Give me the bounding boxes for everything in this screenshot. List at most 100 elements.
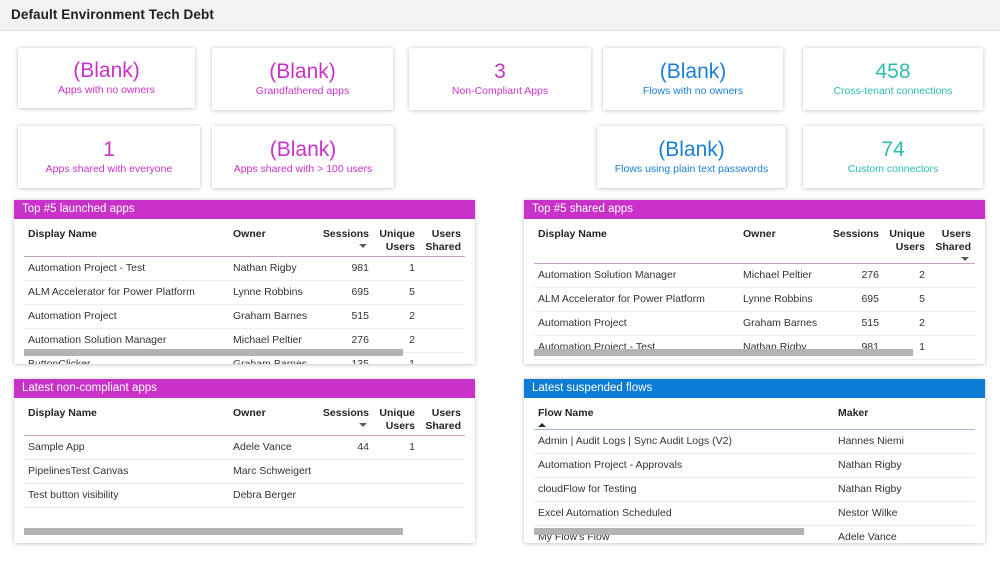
cell-users-shared bbox=[419, 484, 465, 508]
sort-ascending-icon bbox=[538, 423, 546, 427]
table-row[interactable]: Automation Solution Manager Michael Pelt… bbox=[534, 264, 975, 288]
horizontal-scrollbar[interactable] bbox=[24, 528, 403, 535]
cell-sessions: 695 bbox=[827, 288, 883, 312]
col-header-label: Sessions bbox=[323, 407, 369, 419]
col-header-maker[interactable]: Maker bbox=[834, 398, 975, 430]
kpi-card-custom-connectors[interactable]: 74 Custom connectors bbox=[803, 126, 983, 188]
cell-maker: Nathan Rigby bbox=[834, 478, 975, 502]
table-row[interactable]: Automation Project Graham Barnes 515 2 bbox=[534, 312, 975, 336]
col-header-sessions[interactable]: Sessions bbox=[317, 398, 373, 436]
cell-maker: Nestor Wilke bbox=[834, 502, 975, 526]
table-body-wrapper: Display Name Owner Sessions Unique Users bbox=[24, 219, 465, 364]
cell-display-name: ButtonClicker bbox=[534, 360, 739, 365]
cell-sessions: 981 bbox=[317, 257, 373, 281]
cell-owner: Michael Peltier bbox=[739, 264, 827, 288]
col-header-display-name[interactable]: Display Name bbox=[24, 398, 229, 436]
col-header-unique-users[interactable]: Unique Users bbox=[883, 219, 929, 264]
kpi-label: Apps with no owners bbox=[58, 84, 155, 97]
kpi-card-grandfathered-apps[interactable]: (Blank) Grandfathered apps bbox=[212, 48, 393, 110]
cell-flow-name: Automation Project - Approvals bbox=[534, 454, 834, 478]
data-table: Display Name Owner Sessions Unique Users bbox=[24, 398, 465, 508]
cell-unique-users: 5 bbox=[883, 288, 929, 312]
col-header-sessions[interactable]: Sessions bbox=[827, 219, 883, 264]
col-header-label: Owner bbox=[233, 228, 266, 240]
cell-maker: Nathan Rigby bbox=[834, 454, 975, 478]
horizontal-scrollbar[interactable] bbox=[534, 528, 804, 535]
kpi-card-apps-with-no-owners[interactable]: (Blank) Apps with no owners bbox=[18, 48, 195, 108]
kpi-label: Grandfathered apps bbox=[256, 85, 349, 98]
col-header-display-name[interactable]: Display Name bbox=[24, 219, 229, 257]
cell-sessions: 44 bbox=[317, 436, 373, 460]
kpi-label: Apps shared with everyone bbox=[46, 163, 173, 176]
kpi-value: (Blank) bbox=[270, 138, 337, 162]
table-row[interactable]: PipelinesTest Canvas Marc Schweigert bbox=[24, 460, 465, 484]
table-row[interactable]: Automation Project Graham Barnes 515 2 bbox=[24, 305, 465, 329]
table-row[interactable]: ALM Accelerator for Power Platform Lynne… bbox=[24, 281, 465, 305]
table-row[interactable]: Automation Project - Approvals Nathan Ri… bbox=[534, 454, 975, 478]
horizontal-scrollbar[interactable] bbox=[534, 349, 913, 356]
col-header-flow-name[interactable]: Flow Name bbox=[534, 398, 834, 430]
col-header-label: Users Shared bbox=[425, 407, 461, 432]
visual-title: Top #5 launched apps bbox=[14, 200, 475, 219]
kpi-card-cross-tenant-connections[interactable]: 458 Cross-tenant connections bbox=[803, 48, 983, 110]
kpi-card-flows-using-plain-text-passwords[interactable]: (Blank) Flows using plain text passwords bbox=[597, 126, 786, 188]
kpi-card-apps-shared-with-over-100-users[interactable]: (Blank) Apps shared with > 100 users bbox=[212, 126, 394, 188]
horizontal-scrollbar[interactable] bbox=[24, 349, 403, 356]
col-header-users-shared[interactable]: Users Shared bbox=[929, 219, 975, 264]
table-visual-latest-suspended-flows[interactable]: Latest suspended flows Flow Name Maker bbox=[524, 379, 985, 543]
kpi-value: (Blank) bbox=[73, 59, 140, 83]
cell-users-shared bbox=[419, 281, 465, 305]
col-header-sessions[interactable]: Sessions bbox=[317, 219, 373, 257]
cell-unique-users: 1 bbox=[373, 436, 419, 460]
table-visual-top-shared-apps[interactable]: Top #5 shared apps Display Name Owner bbox=[524, 200, 985, 364]
cell-owner: Graham Barnes bbox=[739, 360, 827, 365]
cell-users-shared bbox=[419, 353, 465, 365]
kpi-card-non-compliant-apps[interactable]: 3 Non-Compliant Apps bbox=[409, 48, 591, 110]
cell-sessions: 515 bbox=[317, 305, 373, 329]
cell-unique-users: 1 bbox=[883, 360, 929, 365]
col-header-label: Owner bbox=[743, 228, 776, 240]
table-row[interactable]: Admin | Audit Logs | Sync Audit Logs (V2… bbox=[534, 430, 975, 454]
col-header-users-shared[interactable]: Users Shared bbox=[419, 219, 465, 257]
table-row[interactable]: Excel Automation Scheduled Nestor Wilke bbox=[534, 502, 975, 526]
col-header-label: Display Name bbox=[28, 407, 97, 419]
cell-display-name: PipelinesTest Canvas bbox=[24, 460, 229, 484]
col-header-label: Flow Name bbox=[538, 407, 593, 419]
cell-unique-users bbox=[373, 484, 419, 508]
visual-title: Top #5 shared apps bbox=[524, 200, 985, 219]
table-row[interactable]: ButtonClicker Graham Barnes 135 1 bbox=[534, 360, 975, 365]
report-title-bar: Default Environment Tech Debt bbox=[0, 0, 1000, 31]
sort-descending-icon bbox=[961, 257, 969, 261]
col-header-unique-users[interactable]: Unique Users bbox=[373, 398, 419, 436]
cell-display-name: Automation Project bbox=[534, 312, 739, 336]
table-visual-top-launched-apps[interactable]: Top #5 launched apps Display Name Owner bbox=[14, 200, 475, 364]
table-header-row: Display Name Owner Sessions Unique Users bbox=[24, 219, 465, 257]
kpi-value: 74 bbox=[881, 138, 904, 162]
sort-descending-icon bbox=[359, 423, 367, 427]
table-header-row: Display Name Owner Sessions Unique Users bbox=[24, 398, 465, 436]
table-row[interactable]: Sample App Adele Vance 44 1 bbox=[24, 436, 465, 460]
cell-owner: Graham Barnes bbox=[739, 312, 827, 336]
col-header-unique-users[interactable]: Unique Users bbox=[373, 219, 419, 257]
cell-maker: Adele Vance bbox=[834, 526, 975, 544]
table-row[interactable]: Test button visibility Debra Berger bbox=[24, 484, 465, 508]
kpi-value: 458 bbox=[875, 60, 910, 84]
kpi-value: (Blank) bbox=[269, 60, 336, 84]
col-header-owner[interactable]: Owner bbox=[739, 219, 827, 264]
table-visual-latest-non-compliant-apps[interactable]: Latest non-compliant apps Display Name O… bbox=[14, 379, 475, 543]
data-table: Display Name Owner Sessions Unique Users bbox=[534, 219, 975, 364]
col-header-owner[interactable]: Owner bbox=[229, 219, 317, 257]
col-header-display-name[interactable]: Display Name bbox=[534, 219, 739, 264]
table-row[interactable]: cloudFlow for Testing Nathan Rigby bbox=[534, 478, 975, 502]
table-row[interactable]: Automation Project - Test Nathan Rigby 9… bbox=[24, 257, 465, 281]
cell-users-shared bbox=[419, 436, 465, 460]
cell-owner: Marc Schweigert bbox=[229, 460, 317, 484]
kpi-card-apps-shared-with-everyone[interactable]: 1 Apps shared with everyone bbox=[18, 126, 200, 188]
col-header-owner[interactable]: Owner bbox=[229, 398, 317, 436]
cell-flow-name: Excel Automation Scheduled bbox=[534, 502, 834, 526]
cell-sessions bbox=[317, 484, 373, 508]
kpi-card-flows-with-no-owners[interactable]: (Blank) Flows with no owners bbox=[603, 48, 783, 110]
col-header-users-shared[interactable]: Users Shared bbox=[419, 398, 465, 436]
table-row[interactable]: ALM Accelerator for Power Platform Lynne… bbox=[534, 288, 975, 312]
cell-sessions: 135 bbox=[827, 360, 883, 365]
